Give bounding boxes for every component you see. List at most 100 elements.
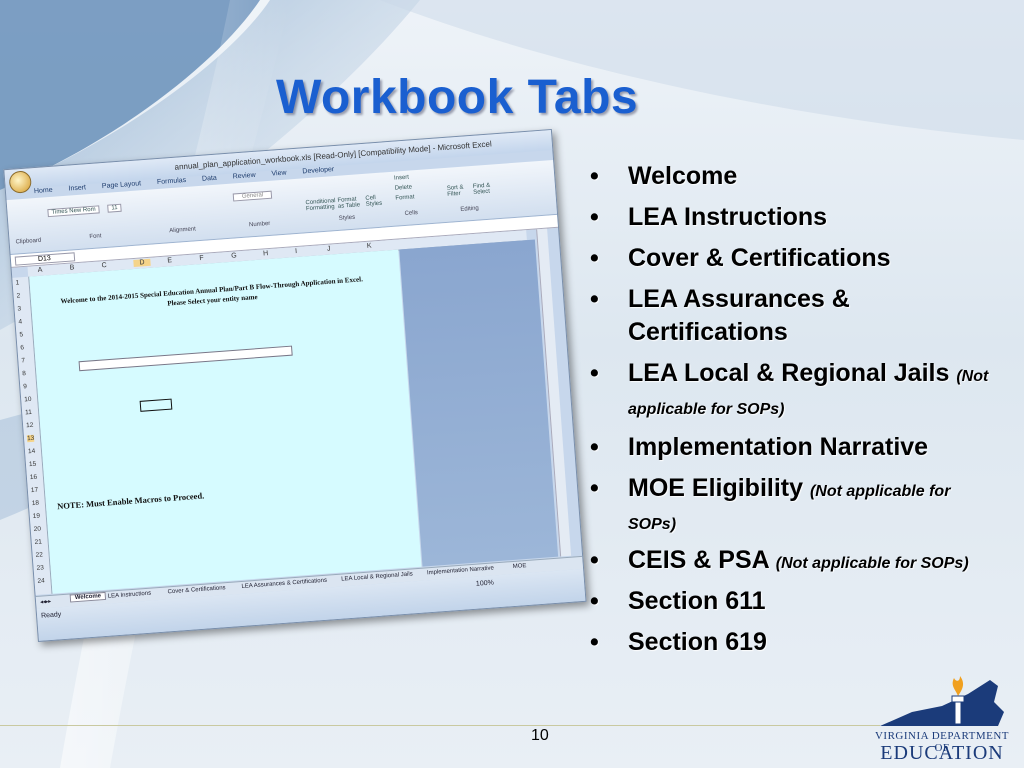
ribbon-tab: Page Layout [101,180,142,191]
bullet-list: Welcome LEA Instructions Cover & Certifi… [590,160,990,667]
bullet-item: Section 619 [590,626,990,659]
ribbon-group-label: Number [248,220,271,229]
bullet-text: LEA Local & Regional Jails [628,359,950,387]
bullet-item: MOE Eligibility (Not applicable for SOPs… [590,472,990,538]
bullet-item: Welcome [590,160,990,193]
sheet-tab: Implementation Narrative [426,565,495,577]
bullet-item: CEIS & PSA (Not applicable for SOPs) [590,544,990,577]
bullet-text: Section 611 [628,587,766,615]
row-header: 8 [22,370,27,378]
ribbon-group-label: Clipboard [15,237,42,246]
column-header: G [231,252,237,260]
row-header: 12 [25,421,34,430]
bullet-note: (Not applicable for SOPs) [775,555,969,572]
style-button: Conditional Formatting [305,198,336,213]
virginia-torch-icon [880,676,1004,726]
bullet-item: Cover & Certifications [590,242,990,275]
sheet-tab: LEA Instructions [107,590,152,600]
bullet-text: CEIS & PSA [628,546,769,574]
bullet-text: LEA Assurances & Certifications [628,285,850,346]
row-header: 1 [15,279,20,287]
bullet-item: Section 611 [590,585,990,618]
cells-button: Format [395,194,415,202]
cells-button: Delete [394,184,413,192]
row-header: 3 [17,305,22,313]
bullet-item: LEA Assurances & Certifications [590,283,990,349]
bullet-text: Section 619 [628,628,767,656]
page-number: 10 [531,727,549,744]
sheet-tab-active: Welcome [69,591,107,603]
column-header: C [101,261,107,270]
ribbon-group-label: Styles [338,214,356,222]
style-button: Format as Table [337,196,361,210]
cells-button: Insert [393,174,410,182]
ribbon-tab: Formulas [156,176,187,187]
font-size-box: 11 [107,203,122,213]
ribbon-tab: Data [201,174,218,183]
row-header: 21 [34,538,43,546]
column-header-selected: D [133,258,151,267]
sheet-tab: Cover & Certifications [167,585,226,596]
row-header: 10 [23,395,32,404]
slide-title: Workbook Tabs [276,71,639,124]
ribbon-group-label: Editing [460,205,480,213]
bullet-text: Welcome [628,162,738,190]
logo-text-bottom: EDUCATION [880,742,1004,764]
column-header: B [69,264,75,272]
row-header: 14 [27,447,36,456]
row-header: 6 [20,344,25,352]
row-header: 20 [33,525,42,533]
row-header: 23 [36,564,45,572]
row-header: 15 [28,460,37,469]
status-text: Ready [40,611,62,620]
column-header: J [326,245,331,253]
bullet-text: Implementation Narrative [628,433,929,461]
row-header: 19 [32,512,41,521]
office-button-icon [8,170,33,194]
row-header: 7 [21,357,26,365]
ribbon-tab: View [271,169,287,178]
row-header: 2 [16,292,21,300]
row-header-selected: 13 [26,434,35,443]
row-header: 18 [31,499,40,508]
footer-divider [0,725,880,726]
row-header: 11 [24,408,33,417]
row-header: 9 [23,383,28,391]
ribbon-tab: Insert [68,184,87,193]
ribbon-group-label: Alignment [169,226,197,235]
edit-button: Sort & Filter [446,184,464,198]
ribbon-tab: Review [232,171,256,181]
sheet-nav-arrows: ◂ ◂ ▸ ▸ [39,599,51,606]
sheet-tab: MOE [512,563,527,571]
row-header: 17 [30,486,39,495]
bullet-text: MOE Eligibility [628,474,804,502]
worksheet-empty-area [399,239,559,567]
ribbon-tab: Developer [302,166,335,176]
font-name-box: Times New Rom [47,205,100,218]
column-header: E [167,257,173,265]
bullet-text: Cover & Certifications [628,244,891,272]
row-header: 5 [19,331,24,339]
bullet-item: LEA Local & Regional Jails (Not applicab… [590,357,990,423]
bullet-text: LEA Instructions [628,203,828,231]
column-header: H [262,250,269,258]
bullet-item: LEA Instructions [590,201,990,234]
number-format-box: General [232,190,273,202]
column-header: I [294,247,298,256]
row-header: 16 [29,473,38,482]
vdoe-logo: VIRGINIA DEPARTMENT OF EDUCATION [872,672,1012,764]
zoom-level: 100% [475,579,495,588]
style-button: Cell Styles [365,195,383,208]
selected-cell [139,398,173,412]
column-header: A [37,266,43,275]
ribbon-group-label: Cells [404,210,419,217]
bullet-item: Implementation Narrative [590,431,990,464]
excel-screenshot: annual_plan_application_workbook.xls [Re… [3,128,587,642]
ribbon-group-label: Font [89,233,102,241]
column-header: K [366,242,372,250]
sheet-tab: LEA Local & Regional Jails [341,571,413,583]
column-header: F [199,254,204,263]
row-header: 24 [37,577,46,585]
edit-button: Find & Select [472,182,491,196]
row-header: 22 [35,551,44,559]
